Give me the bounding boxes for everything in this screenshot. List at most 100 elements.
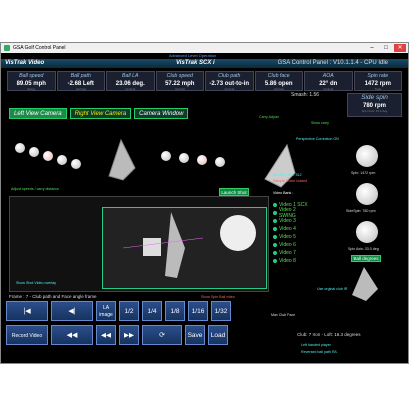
reversed-path-checkbox[interactable]: Reversed ball path R/L [301, 350, 338, 354]
rate-1-32-button[interactable]: 1/32 [211, 301, 231, 321]
radio-icon [273, 259, 277, 263]
video-bank-item[interactable]: Video 7 [273, 249, 313, 257]
ball-frame [197, 155, 207, 165]
rate-1-4-button[interactable]: 1/4 [142, 301, 162, 321]
header-right: GSA Control Panel : V10.1.1.4 - CPU Idle [277, 60, 388, 66]
spin-axis-ball-image [356, 221, 378, 243]
ball-frame [179, 153, 189, 163]
rate-1-16-button[interactable]: 1/16 [188, 301, 208, 321]
stat-sub: Vertical [323, 87, 334, 91]
smash-label: Smash: [291, 92, 308, 98]
loop-button[interactable]: ⟳ [142, 325, 182, 345]
launch-shot-button[interactable]: Launch Shot [219, 188, 249, 196]
show-carry-checkbox[interactable]: Show carry [311, 121, 329, 125]
stat-sub: Vertical [75, 87, 86, 91]
sample-video-label: Sample Video loaded [273, 179, 308, 183]
camera-tabs: Left View Camera Right View Camera Camer… [9, 108, 189, 119]
hit-video-label: Hit video hits: 512 [273, 173, 302, 177]
impact-image [122, 212, 256, 278]
stat-sub: Swing [27, 87, 36, 91]
play-back-button[interactable]: ◀◀ [51, 325, 93, 345]
video-bank-item-label: Video 4 [279, 226, 296, 232]
video-bank-label: Video Bank : [273, 191, 294, 195]
stat-sub: Vertical [174, 87, 185, 91]
record-video-button[interactable]: Record Video [6, 325, 48, 345]
fast-forward-button[interactable]: ▶▶ [119, 325, 139, 345]
camera-window-tab[interactable]: Camera Window [134, 108, 189, 119]
title-bar: GSA Golf Control Panel – □ ✕ [1, 43, 408, 53]
spin-axis-label: Spin Axis: 33.0 deg [348, 247, 379, 251]
spin-rpm-label: Spin: 1472 rpm [351, 171, 376, 175]
stat-club-speed: Club speed 57.22 mph Vertical [155, 71, 204, 91]
stat-label: AOA [322, 73, 334, 79]
adjust-speeds-checkbox[interactable]: Adjust speeds / carry distance [11, 187, 59, 191]
header-bar: VisTrak Video VisTrak SCX i GSA Control … [1, 59, 408, 68]
right-view-camera-tab[interactable]: Right View Camera [69, 108, 132, 119]
video-bank-item[interactable]: Video 2 SWING [273, 207, 313, 219]
la-image-button[interactable]: LA image [96, 301, 116, 321]
header-left: VisTrak Video [5, 60, 45, 66]
club-image-small [352, 267, 378, 301]
first-frame-button[interactable]: |◀ [6, 301, 48, 321]
spin-ball-image [356, 145, 378, 167]
ball-frame [29, 147, 39, 157]
video-bank-item-label: Video 5 [279, 234, 296, 240]
video-area: Show Shot Video overlay [9, 196, 269, 292]
show-spin-video-checkbox[interactable]: Show Spin Ball video [201, 295, 235, 299]
radio-icon [273, 251, 277, 255]
video-bank-item[interactable]: Video 6 [273, 241, 313, 249]
stat-club-path: Club path -2.73 out-to-in Vertical [205, 71, 254, 91]
loop-icon: ⟳ [159, 332, 165, 339]
minimize-button[interactable]: – [366, 44, 378, 52]
stat-club-face: Club face 5.86 open Vertical [254, 71, 303, 91]
side-spin-sub: Spin Axis: 33.0 deg [361, 109, 388, 113]
stat-ball-speed: Ball speed 89.05 mph Swing [7, 71, 56, 91]
maximize-button[interactable]: □ [380, 44, 392, 52]
video-bank-item[interactable]: Video 8 [273, 257, 313, 265]
stat-label: Spin rate [367, 73, 389, 79]
load-button[interactable]: Load [208, 325, 228, 345]
video-bank-item[interactable]: Video 4 [273, 225, 313, 233]
left-handed-checkbox[interactable]: Left handed player [301, 343, 331, 347]
stats-row: Ball speed 89.05 mph Swing Ball path -2.68 … [7, 71, 402, 91]
stat-ball-la: Ball LA 23.06 deg. Vertical [106, 71, 155, 91]
radio-icon [273, 203, 277, 207]
sidespin-label: SideSpin: 780 rpm [346, 209, 376, 213]
show-overlay-checkbox[interactable]: Show Shot Video overlay [16, 281, 56, 285]
stat-sub: Vertical [273, 87, 284, 91]
video-bank-item-label: Video 6 [279, 242, 296, 248]
ball-frame [57, 155, 67, 165]
rate-1-2-button[interactable]: 1/2 [119, 301, 139, 321]
close-button[interactable]: ✕ [394, 44, 406, 52]
step-back-button[interactable]: ◀| [51, 301, 93, 321]
stat-label: Ball LA [122, 73, 139, 79]
left-view-camera-tab[interactable]: Left View Camera [9, 108, 67, 119]
save-button[interactable]: Save [185, 325, 205, 345]
video-frame [102, 207, 267, 289]
fast-back-icon: ◀◀ [101, 332, 111, 339]
use-original-club-checkbox[interactable]: Use orginal club IR [317, 287, 347, 291]
perspective-label[interactable]: Perspective Correction ON [296, 137, 339, 141]
rewind-icon: ◀◀ [66, 332, 78, 339]
ball-frame [43, 151, 53, 161]
ball-degrees-button[interactable]: Ball degrees [351, 255, 381, 262]
video-bank-item-label: Video 7 [279, 250, 296, 256]
video-bank-item[interactable]: Video 5 [273, 233, 313, 241]
stat-label: Club path [218, 73, 241, 79]
radio-icon [273, 235, 277, 239]
smash-row: Smash: 1.56 [291, 92, 319, 98]
frame-info: Frame : 7 - Club path and Face angle fra… [9, 294, 97, 299]
carry-adjust-label[interactable]: Carry Adjust [259, 115, 279, 119]
window-title: GSA Golf Control Panel [13, 45, 66, 51]
video-bank-list: Video 1 SCX Video 2 SWING Video 3 Video … [273, 201, 313, 265]
stat-label: Club face [267, 73, 290, 79]
stat-aoa: AOA 22° dn Vertical [304, 71, 353, 91]
fast-back-button[interactable]: ◀◀ [96, 325, 116, 345]
ball-frame [161, 151, 171, 161]
video-bank-item-label: Video 8 [279, 258, 296, 264]
rate-1-8-button[interactable]: 1/8 [165, 301, 185, 321]
step-back-icon: ◀| [68, 308, 76, 315]
stat-label: Club speed [166, 73, 193, 79]
transport-row-2: Record Video ◀◀ ◀◀ ▶▶ ⟳ Save Load [6, 325, 228, 345]
stat-ball-path: Ball path -2.68 Left Vertical [56, 71, 105, 91]
